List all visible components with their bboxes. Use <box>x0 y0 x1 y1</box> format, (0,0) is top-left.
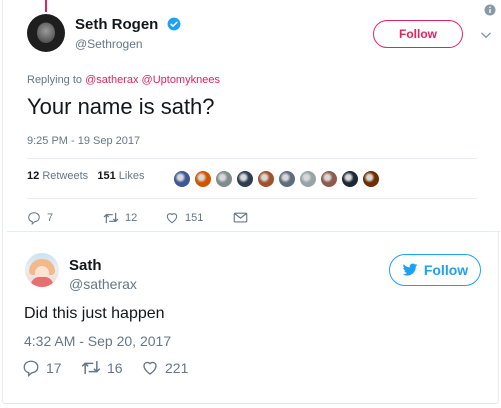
liker-avatar[interactable] <box>173 170 191 188</box>
liker-avatar[interactable] <box>257 170 275 188</box>
avatar[interactable] <box>25 253 59 287</box>
retweets-label[interactable]: Retweets <box>42 170 88 182</box>
retweet-action[interactable]: 16 <box>81 359 123 376</box>
info-icon[interactable] <box>484 4 496 16</box>
chevron-down-icon[interactable] <box>479 28 493 42</box>
tweet-timestamp[interactable]: 9:25 PM - 19 Sep 2017 <box>27 135 140 147</box>
reply-mention[interactable]: @Uptomyknees <box>142 74 220 86</box>
author-name[interactable]: Seth Rogen <box>75 16 158 33</box>
retweet-icon <box>81 360 101 375</box>
retweet-count: 12 <box>125 212 138 224</box>
author-handle[interactable]: @Sethrogen <box>75 37 143 51</box>
embedded-tweet-card: Seth Rogen @Sethrogen Follow Replying to… <box>2 0 500 404</box>
like-heart-icon <box>143 361 157 375</box>
message-action[interactable] <box>233 211 248 224</box>
divider <box>27 198 477 199</box>
tweet-timestamp[interactable]: 4:32 AM - Sep 20, 2017 <box>24 333 171 349</box>
likes-count[interactable]: 151 <box>97 170 115 182</box>
follow-button[interactable]: Follow <box>389 254 481 286</box>
like-heart-icon <box>166 213 178 224</box>
quoted-tweet-screenshot: Seth Rogen @Sethrogen Follow Replying to… <box>7 0 500 232</box>
retweet-count: 16 <box>107 359 123 376</box>
liker-avatar[interactable] <box>236 170 254 188</box>
likes-label[interactable]: Likes <box>119 170 145 182</box>
retweet-action[interactable]: 12 <box>103 211 137 225</box>
follow-label: Follow <box>423 262 469 278</box>
liker-avatar[interactable] <box>299 170 317 188</box>
avatar[interactable] <box>27 14 65 52</box>
tweet-text: Did this just happen <box>24 305 165 322</box>
retweets-count[interactable]: 12 <box>27 170 39 182</box>
liker-avatar[interactable] <box>341 170 359 188</box>
divider <box>27 158 477 159</box>
reply-count: 17 <box>46 360 62 376</box>
liker-avatar[interactable] <box>320 170 338 188</box>
reply-action[interactable]: 17 <box>22 359 62 377</box>
follow-button[interactable]: Follow <box>373 20 463 48</box>
author-handle[interactable]: @satherax <box>69 276 137 292</box>
reply-count: 7 <box>47 212 54 224</box>
thread-line <box>45 0 47 12</box>
engagement-stats: 12 Retweets 151 Likes <box>27 170 144 182</box>
replying-prefix: Replying to <box>27 74 83 86</box>
like-action[interactable]: 151 <box>165 211 203 225</box>
reply-action[interactable]: 7 <box>27 211 53 225</box>
replying-to: Replying to @satherax @Uptomyknees <box>27 74 220 86</box>
liker-avatar[interactable] <box>215 170 233 188</box>
twitter-bird-icon <box>402 263 418 276</box>
reply-icon <box>23 360 39 377</box>
liker-avatar[interactable] <box>194 170 212 188</box>
liker-avatar[interactable] <box>278 170 296 188</box>
verified-badge-icon <box>167 17 181 31</box>
reply-icon <box>28 212 40 225</box>
author-name[interactable]: Sath <box>69 257 102 274</box>
reply-mention[interactable]: @satherax <box>85 74 138 86</box>
retweet-icon <box>103 212 119 224</box>
tweet-text: Your name is sath? <box>27 94 215 119</box>
like-action[interactable]: 221 <box>141 359 188 377</box>
message-icon <box>233 212 248 223</box>
like-count: 221 <box>165 360 189 376</box>
like-count: 151 <box>185 212 204 224</box>
liker-avatar[interactable] <box>362 170 380 188</box>
